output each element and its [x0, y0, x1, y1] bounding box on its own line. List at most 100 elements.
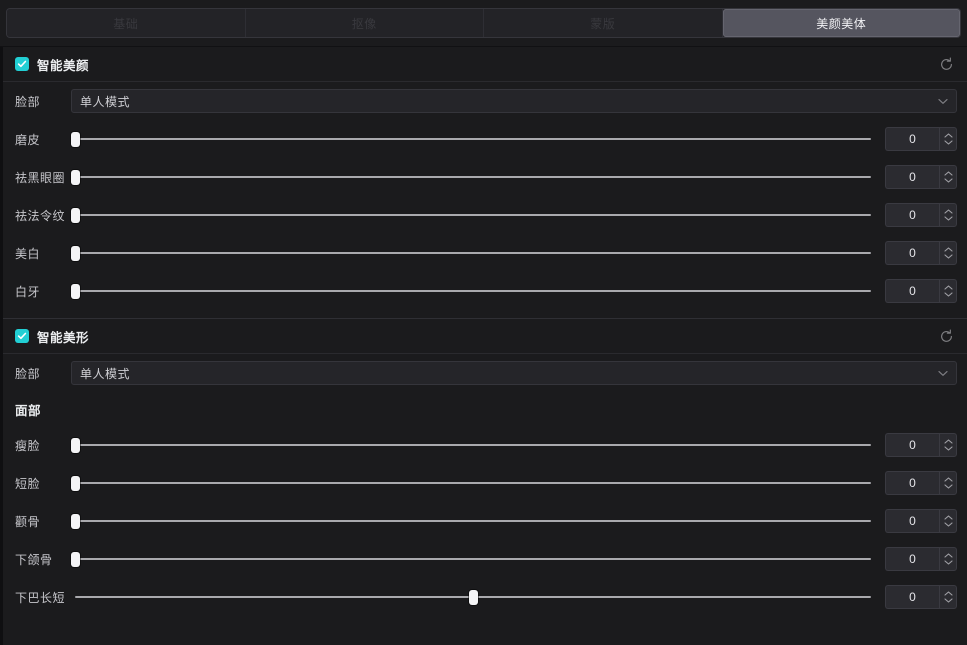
chevron-up-icon[interactable] [943, 439, 953, 444]
chevron-down-icon[interactable] [943, 292, 953, 297]
slider-teeth-whitening-handle[interactable] [71, 284, 80, 299]
stepper-whitening-value[interactable]: 0 [885, 241, 939, 265]
stepper-chin-length-arrows[interactable] [939, 585, 957, 609]
label-slim-face: 瘦脸 [15, 438, 41, 453]
row-slider-slim-face: 瘦脸 0 [3, 426, 967, 464]
reset-icon[interactable] [935, 325, 957, 347]
slider-jawbone[interactable] [71, 548, 871, 570]
chevron-up-icon[interactable] [943, 515, 953, 520]
stepper-nasolabial[interactable]: 0 [885, 203, 957, 227]
chevron-down-icon [938, 370, 948, 377]
row-slider-dark-circles: 祛黑眼圈 0 [3, 158, 967, 196]
chevron-up-icon[interactable] [943, 553, 953, 558]
slider-chin-length-handle[interactable] [469, 590, 478, 605]
stepper-nasolabial-arrows[interactable] [939, 203, 957, 227]
tab-beauty-body[interactable]: 美颜美体 [722, 9, 960, 37]
tab-chroma-key[interactable]: 抠像 [245, 9, 484, 37]
chevron-down-icon[interactable] [943, 484, 953, 489]
slider-nasolabial-handle[interactable] [71, 208, 80, 223]
chevron-down-icon[interactable] [943, 446, 953, 451]
label-nasolabial: 祛法令纹 [15, 208, 66, 223]
stepper-dark-circles[interactable]: 0 [885, 165, 957, 189]
chevron-down-icon[interactable] [943, 254, 953, 259]
stepper-cheekbones[interactable]: 0 [885, 509, 957, 533]
slider-dark-circles[interactable] [71, 166, 871, 188]
label-chin-length: 下巴长短 [15, 590, 66, 605]
stepper-smoothing[interactable]: 0 [885, 127, 957, 151]
chevron-down-icon[interactable] [943, 522, 953, 527]
reset-icon[interactable] [935, 53, 957, 75]
chevron-down-icon[interactable] [943, 140, 953, 145]
slider-slim-face[interactable] [71, 434, 871, 456]
row-slider-teeth-whitening: 白牙 0 [3, 272, 967, 310]
stepper-whitening-arrows[interactable] [939, 241, 957, 265]
chevron-down-icon[interactable] [943, 560, 953, 565]
stepper-short-face[interactable]: 0 [885, 471, 957, 495]
stepper-short-face-arrows[interactable] [939, 471, 957, 495]
chevron-up-icon[interactable] [943, 209, 953, 214]
face-mode-select[interactable]: 单人模式 [71, 89, 957, 113]
slider-cheekbones-handle[interactable] [71, 514, 80, 529]
chevron-down-icon[interactable] [943, 178, 953, 183]
tab-basic[interactable]: 基础 [7, 9, 246, 37]
slider-short-face[interactable] [71, 472, 871, 494]
slider-dark-circles-handle[interactable] [71, 170, 80, 185]
stepper-chin-length[interactable]: 0 [885, 585, 957, 609]
chevron-up-icon[interactable] [943, 285, 953, 290]
face-mode-value: 单人模式 [80, 94, 131, 109]
stepper-cheekbones-value[interactable]: 0 [885, 509, 939, 533]
slider-nasolabial-track [75, 214, 871, 216]
stepper-cheekbones-arrows[interactable] [939, 509, 957, 533]
stepper-jawbone[interactable]: 0 [885, 547, 957, 571]
face-mode-select-2[interactable]: 单人模式 [71, 361, 957, 385]
chevron-down-icon[interactable] [943, 216, 953, 221]
stepper-jawbone-arrows[interactable] [939, 547, 957, 571]
label-smoothing: 磨皮 [15, 132, 41, 147]
stepper-teeth-whitening-arrows[interactable] [939, 279, 957, 303]
slider-short-face-handle[interactable] [71, 476, 80, 491]
chevron-up-icon[interactable] [943, 477, 953, 482]
chevron-up-icon[interactable] [943, 247, 953, 252]
tab-mask[interactable]: 蒙版 [484, 9, 723, 37]
stepper-dark-circles-value[interactable]: 0 [885, 165, 939, 189]
smart-reshape-checkbox[interactable] [15, 329, 29, 343]
stepper-whitening[interactable]: 0 [885, 241, 957, 265]
slider-teeth-whitening[interactable] [71, 280, 871, 302]
tab-bar: 基础 抠像 蒙版 美颜美体 [6, 8, 961, 38]
slider-chin-length[interactable] [75, 586, 871, 608]
slider-cheekbones-track [75, 520, 871, 522]
stepper-slim-face[interactable]: 0 [885, 433, 957, 457]
tab-bar-container: 基础 抠像 蒙版 美颜美体 [0, 0, 967, 42]
row-smart-reshape-face-mode: 脸部 单人模式 [3, 354, 967, 392]
smart-beauty-title: 智能美颜 [37, 58, 90, 73]
stepper-chin-length-value[interactable]: 0 [885, 585, 939, 609]
chevron-up-icon[interactable] [943, 171, 953, 176]
stepper-short-face-value[interactable]: 0 [885, 471, 939, 495]
chevron-up-icon[interactable] [943, 591, 953, 596]
row-slider-cheekbones: 颧骨 0 [3, 502, 967, 540]
slider-smoothing-handle[interactable] [71, 132, 80, 147]
row-slider-jawbone: 下颌骨 0 [3, 540, 967, 578]
stepper-nasolabial-value[interactable]: 0 [885, 203, 939, 227]
slider-whitening-handle[interactable] [71, 246, 80, 261]
section-smart-beauty: 智能美颜 脸部 单人模式 磨皮 0 祛黑眼圈 0 祛法令纹 0 美白 0 白牙 … [3, 47, 967, 310]
slider-nasolabial[interactable] [71, 204, 871, 226]
slider-jawbone-handle[interactable] [71, 552, 80, 567]
chevron-up-icon[interactable] [943, 133, 953, 138]
stepper-dark-circles-arrows[interactable] [939, 165, 957, 189]
chevron-down-icon[interactable] [943, 598, 953, 603]
stepper-smoothing-value[interactable]: 0 [885, 127, 939, 151]
stepper-smoothing-arrows[interactable] [939, 127, 957, 151]
stepper-slim-face-value[interactable]: 0 [885, 433, 939, 457]
row-slider-chin-length: 下巴长短 0 [3, 578, 967, 616]
stepper-teeth-whitening-value[interactable]: 0 [885, 279, 939, 303]
slider-smoothing[interactable] [71, 128, 871, 150]
slider-cheekbones[interactable] [71, 510, 871, 532]
slider-whitening[interactable] [71, 242, 871, 264]
smart-beauty-checkbox[interactable] [15, 57, 29, 71]
stepper-teeth-whitening[interactable]: 0 [885, 279, 957, 303]
stepper-slim-face-arrows[interactable] [939, 433, 957, 457]
stepper-jawbone-value[interactable]: 0 [885, 547, 939, 571]
settings-panel: 智能美颜 脸部 单人模式 磨皮 0 祛黑眼圈 0 祛法令纹 0 美白 0 白牙 … [0, 47, 967, 645]
slider-slim-face-handle[interactable] [71, 438, 80, 453]
